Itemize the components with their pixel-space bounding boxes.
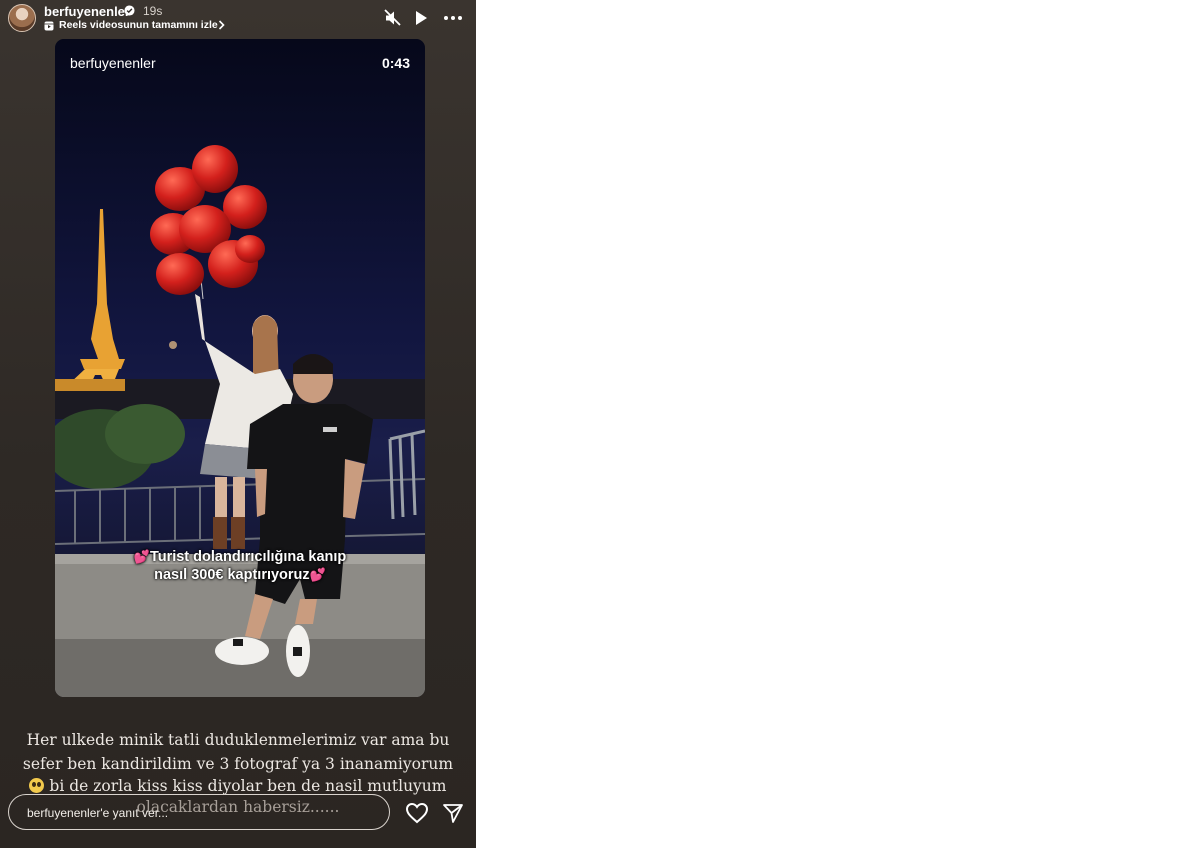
chevron-right-icon[interactable] [218, 20, 225, 30]
pleading-face-emoji-icon [29, 778, 45, 793]
story-username[interactable]: berfuyenenler [44, 4, 130, 19]
heart-icon[interactable] [405, 802, 429, 824]
story-time-ago: 19s [143, 4, 163, 18]
reels-icon [44, 21, 54, 31]
reel-video[interactable]: berfuyenenler 0:43 💕Turist dolandırıcılı… [55, 39, 425, 697]
send-icon[interactable] [442, 802, 464, 824]
verified-badge-icon [124, 5, 135, 16]
reply-box[interactable] [8, 794, 390, 830]
video-scene [55, 39, 425, 697]
story-text-line-3-text: bi de zorla kiss kiss diyolar ben de nas… [49, 777, 447, 795]
more-icon[interactable] [443, 8, 463, 28]
avatar[interactable] [8, 4, 36, 32]
reels-full-video-link[interactable]: Reels videosunun tamamını izle [59, 19, 218, 31]
caption-text-2: nasıl 300€ kaptırıyoruz [154, 567, 310, 583]
video-caption-line-2: nasıl 300€ kaptırıyoruz💕 [55, 567, 425, 583]
reply-input[interactable] [25, 795, 369, 830]
story-text-line-1: Her ulkede minik tatli duduklenmelerimiz… [26, 731, 450, 749]
story-viewer: berfuyenenler 19s Reels videosunun tamam… [0, 0, 476, 848]
story-text-line-2: sefer ben kandirildim ve 3 fotograf ya 3… [22, 755, 454, 773]
caption-text-1: Turist dolandırıcılığına kanıp [149, 549, 347, 565]
story-text-line-3: bi de zorla kiss kiss diyolar ben de nas… [0, 777, 476, 795]
hearts-emoji: 💕 [309, 567, 326, 582]
hearts-emoji: 💕 [133, 549, 150, 564]
play-icon[interactable] [411, 8, 431, 28]
video-caption-line-1: 💕Turist dolandırıcılığına kanıp [55, 549, 425, 565]
video-username: berfuyenenler [70, 55, 156, 71]
mute-icon[interactable] [383, 8, 403, 28]
video-duration: 0:43 [381, 55, 410, 71]
